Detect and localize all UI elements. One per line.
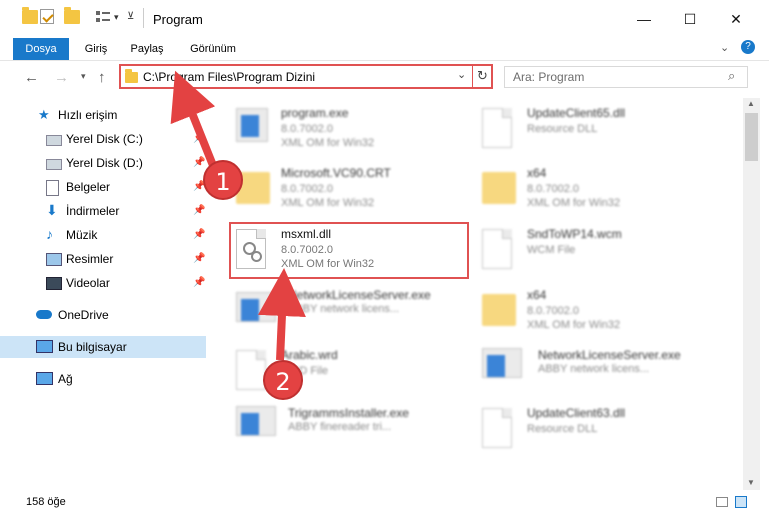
step-2-badge: 2 — [263, 360, 303, 400]
step-1-badge: 1 — [203, 160, 243, 200]
arrow-to-file — [257, 268, 306, 361]
annotation-arrows — [170, 70, 306, 361]
arrow-to-address — [170, 70, 218, 170]
